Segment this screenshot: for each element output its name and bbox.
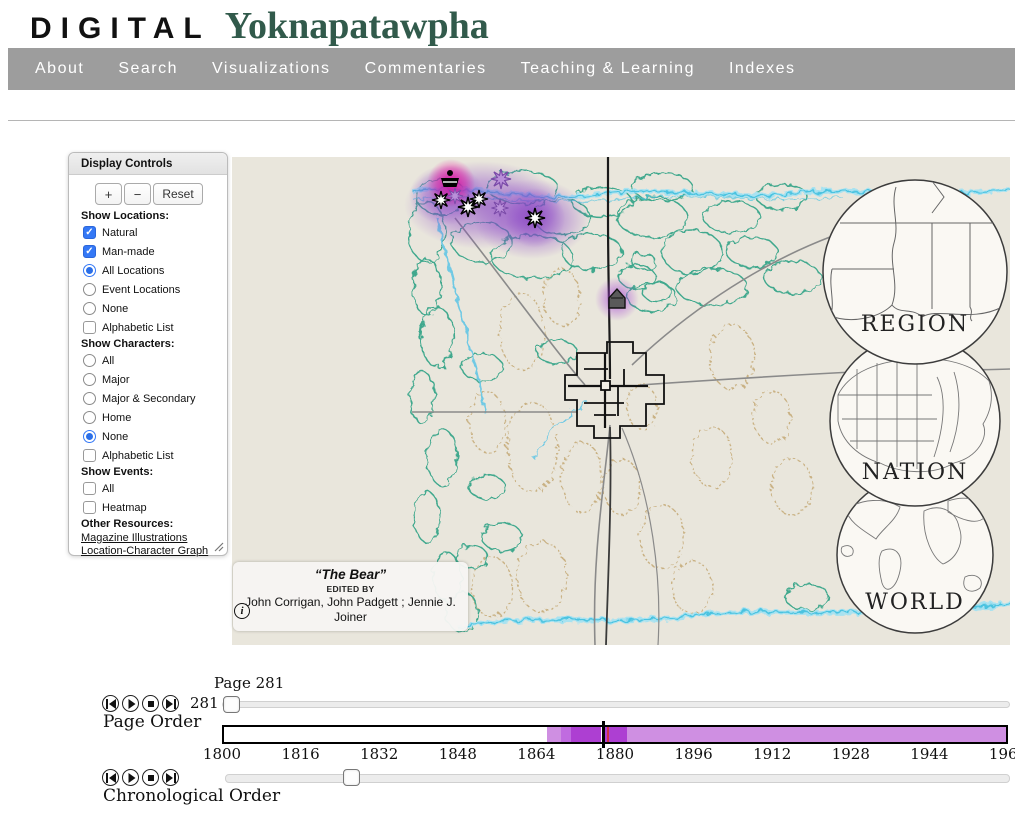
page-skip-end-button[interactable]	[162, 695, 179, 712]
event-locations-radio[interactable]	[83, 283, 96, 296]
events-heatmap-label: Heatmap	[102, 502, 147, 514]
chrono-stop-button[interactable]	[142, 769, 159, 786]
chrono-play-button[interactable]	[122, 769, 139, 786]
nav-visualizations[interactable]: Visualizations	[212, 60, 331, 78]
timeline-current-date-marker	[607, 727, 610, 742]
logo-digital-text: DIGITAL	[30, 12, 211, 46]
chronological-order-label: Chronological Order	[103, 786, 280, 806]
all-locations-label: All Locations	[102, 265, 164, 277]
resize-handle-icon[interactable]	[213, 541, 224, 552]
timeline-tick-label: 1864	[517, 745, 555, 763]
inset-region[interactable]: REGION	[823, 180, 1007, 364]
timeline-tick-label: 1816	[282, 745, 320, 763]
panel-title[interactable]: Display Controls	[69, 153, 227, 175]
event-locations-label: Event Locations	[102, 284, 180, 296]
main-nav: About Search Visualizations Commentaries…	[8, 48, 1015, 90]
zoom-out-button[interactable]: −	[124, 183, 151, 205]
events-heatmap-checkbox[interactable]	[83, 501, 96, 514]
logo-yoknapatawpha-text: Yoknapatawpha	[225, 4, 489, 48]
zoom-in-button[interactable]: +	[95, 183, 122, 205]
timeline-ticks: 1800181618321848186418801896191219281944…	[222, 745, 1008, 763]
location-character-graph-link[interactable]: Location-Character Graph	[81, 545, 208, 557]
inset-nation-label: NATION	[862, 460, 969, 485]
display-controls-panel: Display Controls + − Reset Show Location…	[68, 152, 228, 556]
man-made-label: Man-made	[102, 246, 155, 258]
all-locations-radio[interactable]	[83, 264, 96, 277]
characters-home-radio[interactable]	[83, 411, 96, 424]
events-all-label: All	[102, 483, 114, 495]
cabin-icon[interactable]	[595, 277, 639, 321]
inset-region-label: REGION	[861, 312, 969, 337]
characters-major-label: Major	[102, 374, 130, 386]
chrono-slider-handle[interactable]	[343, 769, 360, 786]
nav-about[interactable]: About	[35, 60, 84, 78]
text-caption-box: “The Bear” EDITED BY John Corrigan, John…	[233, 562, 468, 631]
timeline-segment	[561, 727, 571, 742]
page-number-value: 281	[190, 694, 219, 712]
characters-none-radio[interactable]	[83, 430, 96, 443]
nav-commentaries[interactable]: Commentaries	[365, 60, 487, 78]
characters-major-secondary-radio[interactable]	[83, 392, 96, 405]
locations-alphabetic-label: Alphabetic List	[102, 322, 174, 334]
page-order-label: Page Order	[103, 712, 201, 732]
nav-teaching-learning[interactable]: Teaching & Learning	[521, 60, 695, 78]
characters-alphabetic-checkbox[interactable]	[83, 449, 96, 462]
show-events-heading: Show Events:	[69, 465, 227, 479]
timeline-bar[interactable]	[222, 725, 1008, 744]
timeline-segment	[627, 727, 1006, 742]
header-divider	[8, 120, 1015, 121]
timeline-tick-label: 1800	[203, 745, 241, 763]
page-order-slider[interactable]	[222, 701, 1010, 708]
characters-alphabetic-label: Alphabetic List	[102, 450, 174, 462]
chrono-skip-end-button[interactable]	[162, 769, 179, 786]
page-indicator: Page 281	[214, 674, 284, 692]
timeline-segment	[547, 727, 562, 742]
nav-search[interactable]: Search	[118, 60, 178, 78]
page-order-media-controls	[102, 695, 179, 712]
text-title: “The Bear”	[241, 567, 460, 582]
page-stop-button[interactable]	[142, 695, 159, 712]
timeline-tick-label: 1896	[675, 745, 713, 763]
info-icon[interactable]: i	[234, 603, 250, 619]
page-play-button[interactable]	[122, 695, 139, 712]
chrono-skip-start-button[interactable]	[102, 769, 119, 786]
timeline-tick-label: 1928	[832, 745, 870, 763]
characters-all-label: All	[102, 355, 114, 367]
timeline-tick-label: 1848	[439, 745, 477, 763]
events-all-checkbox[interactable]	[83, 482, 96, 495]
timeline-tick-label: 1832	[360, 745, 398, 763]
inset-world-label: WORLD	[865, 590, 964, 615]
chrono-media-controls	[102, 769, 179, 786]
show-characters-heading: Show Characters:	[69, 337, 227, 351]
nav-indexes[interactable]: Indexes	[729, 60, 796, 78]
page-skip-start-button[interactable]	[102, 695, 119, 712]
locations-alphabetic-checkbox[interactable]	[83, 321, 96, 334]
characters-major-secondary-label: Major & Secondary	[102, 393, 196, 405]
page-slider-handle[interactable]	[223, 696, 240, 713]
timeline-tick-label: 1912	[753, 745, 791, 763]
timeline-tick-label: 1944	[910, 745, 948, 763]
characters-major-radio[interactable]	[83, 373, 96, 386]
show-locations-heading: Show Locations:	[69, 209, 227, 223]
characters-none-label: None	[102, 431, 128, 443]
site-logo[interactable]: DIGITAL Yoknapatawpha	[30, 4, 489, 48]
chronological-order-slider[interactable]	[225, 774, 1010, 783]
edited-by-label: EDITED BY	[241, 584, 460, 594]
other-resources-heading: Other Resources:	[69, 517, 227, 531]
locations-none-label: None	[102, 303, 128, 315]
timeline-tick-label: 1880	[596, 745, 634, 763]
characters-all-radio[interactable]	[83, 354, 96, 367]
man-made-checkbox[interactable]: ✓	[83, 245, 96, 258]
reset-button[interactable]: Reset	[153, 183, 203, 205]
magazine-illustrations-link[interactable]: Magazine Illustrations	[81, 532, 187, 544]
timeline-tick-label: 1960	[989, 745, 1015, 763]
natural-label: Natural	[102, 227, 137, 239]
timeline-position-marker[interactable]	[602, 721, 605, 748]
timeline-segment	[571, 727, 601, 742]
editors-names: John Corrigan, John Padgett ; Jennie J. …	[241, 595, 460, 625]
natural-checkbox[interactable]: ✓	[83, 226, 96, 239]
characters-home-label: Home	[102, 412, 131, 424]
locations-none-radio[interactable]	[83, 302, 96, 315]
